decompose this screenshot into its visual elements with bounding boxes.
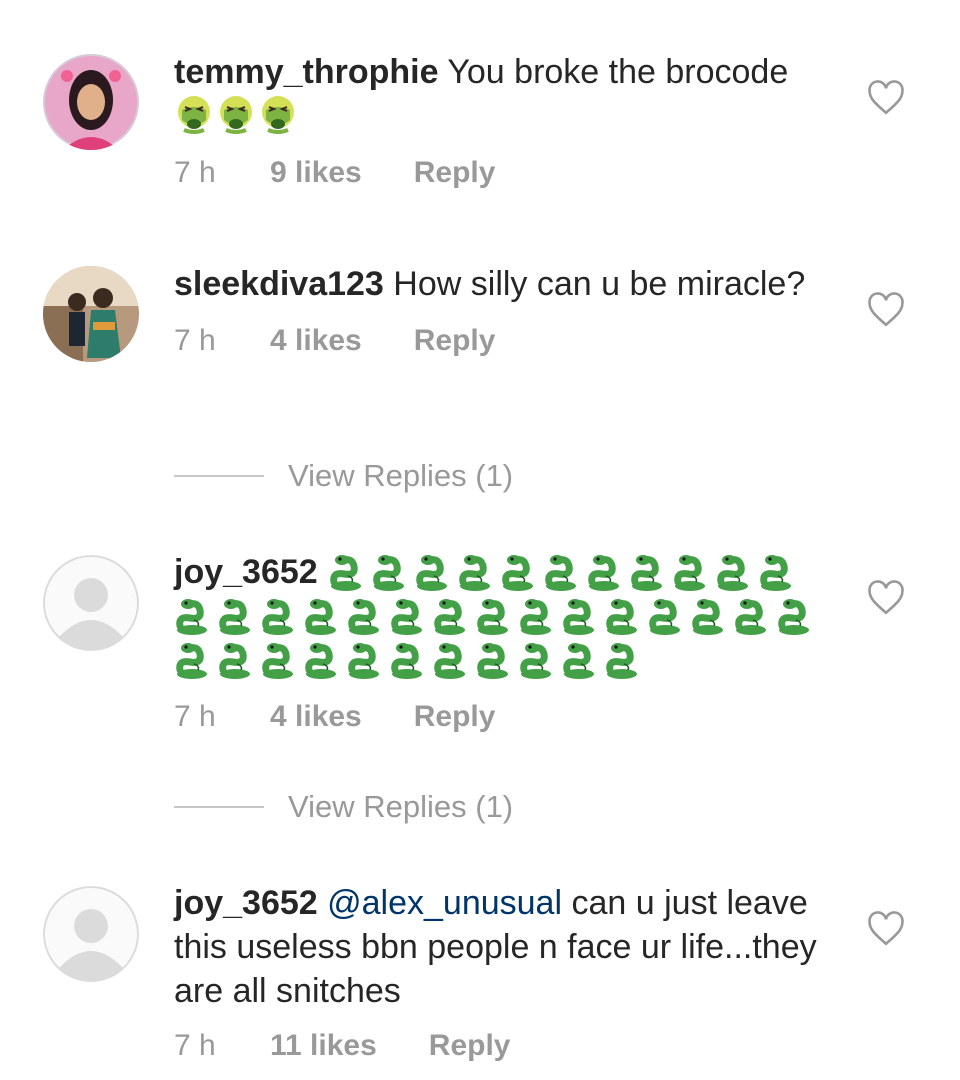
- snake-emoji-icon: [303, 594, 339, 638]
- comment-message: You broke the brocode: [447, 53, 789, 91]
- likes-count[interactable]: 11 likes: [270, 1029, 377, 1063]
- comment-username[interactable]: temmy_throphie: [174, 53, 439, 91]
- snake-emoji-icon: [260, 594, 296, 638]
- snake-emoji-icon: [432, 594, 468, 638]
- default-avatar-icon: [43, 886, 139, 982]
- comment-meta: 7 h 4 likes Reply: [174, 700, 834, 734]
- comment-time: 7 h: [174, 700, 216, 733]
- snake-emoji-icon: [758, 550, 794, 594]
- avatar[interactable]: [43, 54, 139, 150]
- view-replies-label: View Replies (1): [288, 789, 514, 824]
- snake-emoji-icon: [561, 594, 597, 638]
- avatar[interactable]: [43, 266, 139, 362]
- nauseated-face-emoji-icon: [258, 94, 298, 139]
- snake-emoji-icon: [715, 550, 751, 594]
- like-heart-icon[interactable]: [866, 580, 906, 616]
- snake-emoji-icon: [457, 550, 493, 594]
- like-heart-icon[interactable]: [866, 292, 906, 328]
- snake-emoji-icon: [500, 550, 536, 594]
- snake-emoji-icon: [389, 638, 425, 682]
- snake-emoji-icon: [389, 594, 425, 638]
- comment-time: 7 h: [174, 324, 216, 357]
- view-replies-button[interactable]: View Replies (1): [174, 787, 513, 827]
- nauseated-face-emoji-icon: [174, 94, 214, 139]
- snake-emoji-icon: [174, 594, 210, 638]
- snake-emoji-icon: [346, 594, 382, 638]
- snake-emoji-icon: [690, 594, 726, 638]
- snake-emoji-icon: [371, 550, 407, 594]
- comment-username[interactable]: joy_3652: [174, 550, 318, 594]
- comment-meta: 7 h 4 likes Reply: [174, 324, 834, 358]
- like-heart-icon[interactable]: [866, 911, 906, 947]
- reply-button[interactable]: Reply: [414, 700, 496, 734]
- snake-emoji-icon: [303, 638, 339, 682]
- snake-emoji-icon: [604, 594, 640, 638]
- comment-username[interactable]: sleekdiva123: [174, 265, 384, 303]
- comment-text: sleekdiva123 How silly can u be miracle?: [174, 262, 834, 306]
- snake-emoji-icon: [414, 550, 450, 594]
- comment-time: 7 h: [174, 1029, 216, 1062]
- snake-emoji-icon: [672, 550, 708, 594]
- snake-emoji-icon: [475, 594, 511, 638]
- user-mention-link[interactable]: @alex_unusual: [327, 884, 562, 922]
- user-photo-avatar: [43, 54, 139, 150]
- likes-count[interactable]: 9 likes: [270, 156, 362, 190]
- snake-emoji-icon: [647, 594, 683, 638]
- snake-emoji-icon: [733, 594, 769, 638]
- snake-emoji-icon: [217, 594, 253, 638]
- nauseated-face-emoji-icon: [216, 94, 256, 139]
- snake-emoji-icon: [174, 638, 210, 682]
- reply-button[interactable]: Reply: [429, 1029, 511, 1063]
- comment-time: 7 h: [174, 156, 216, 189]
- reply-button[interactable]: Reply: [414, 156, 496, 190]
- user-photo-avatar: [43, 266, 139, 362]
- likes-count[interactable]: 4 likes: [270, 324, 362, 358]
- comment-username[interactable]: joy_3652: [174, 884, 318, 922]
- default-avatar-icon: [43, 555, 139, 651]
- comment-meta: 7 h 11 likes Reply: [174, 1029, 834, 1063]
- snake-emoji-icon: [518, 594, 554, 638]
- view-replies-divider: [174, 475, 264, 477]
- view-replies-divider: [174, 806, 264, 808]
- likes-count[interactable]: 4 likes: [270, 700, 362, 734]
- snake-emoji-icon: [432, 638, 468, 682]
- comment-text: joy_3652 @alex_unusual can u just leave …: [174, 881, 834, 1013]
- emoji-row: [174, 94, 834, 138]
- snake-emoji-icon: [518, 638, 554, 682]
- snake-emoji-icon: [260, 638, 296, 682]
- comment-message: How silly can u be miracle?: [393, 265, 806, 303]
- snake-emoji-icon: [543, 550, 579, 594]
- comment-text: temmy_throphie You broke the brocode: [174, 50, 834, 94]
- snake-emoji-icon: [776, 594, 812, 638]
- comment-meta: 7 h 9 likes Reply: [174, 156, 834, 190]
- snake-emoji-icon: [629, 550, 665, 594]
- snake-emoji-icon: [346, 638, 382, 682]
- snake-emoji-icon: [328, 550, 364, 594]
- snake-emoji-icon: [475, 638, 511, 682]
- reply-button[interactable]: Reply: [414, 324, 496, 358]
- snake-emoji-icon: [561, 638, 597, 682]
- snake-emoji-icon: [586, 550, 622, 594]
- avatar[interactable]: [43, 555, 139, 651]
- avatar[interactable]: [43, 886, 139, 982]
- like-heart-icon[interactable]: [866, 80, 906, 116]
- comment-text: joy_3652: [174, 550, 834, 682]
- view-replies-label: View Replies (1): [288, 458, 514, 493]
- snake-emoji-icon: [604, 638, 640, 682]
- view-replies-button[interactable]: View Replies (1): [174, 456, 513, 496]
- snake-emoji-icon: [217, 638, 253, 682]
